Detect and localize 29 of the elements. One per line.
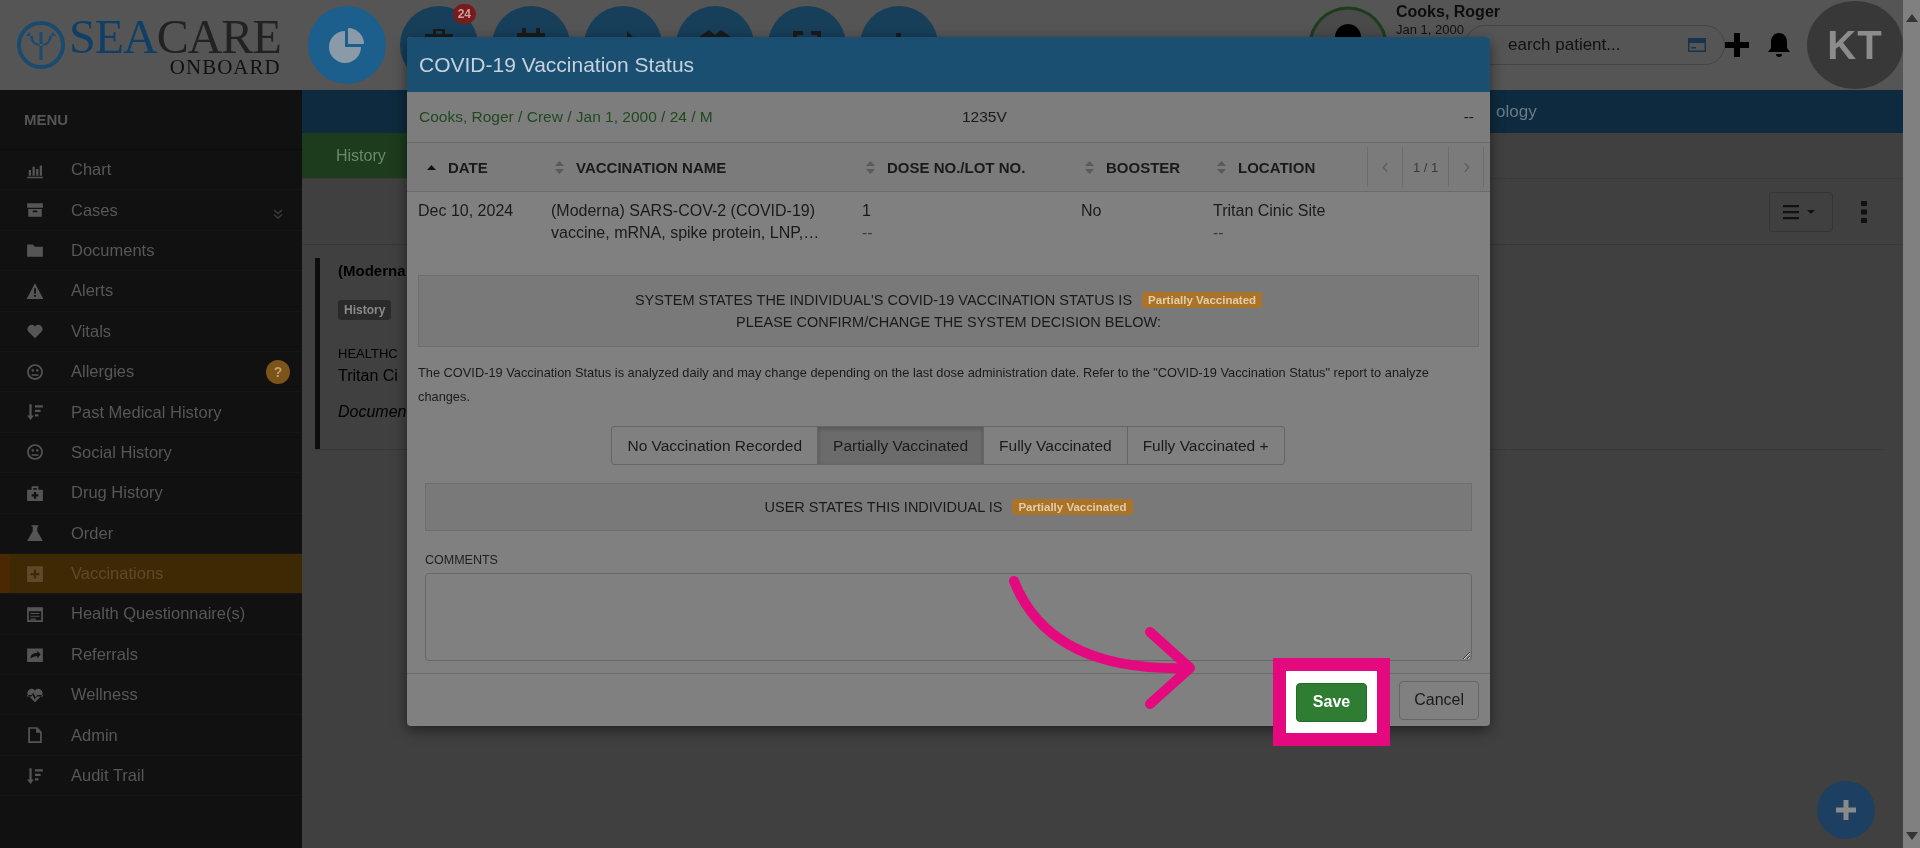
patient-code: 1235V bbox=[962, 108, 1008, 126]
status-badge: Partially Vaccinated bbox=[1012, 499, 1133, 515]
page-indicator: 1 / 1 bbox=[1402, 147, 1450, 187]
status-badge: Partially Vaccinated bbox=[1142, 292, 1263, 308]
patient-extra: -- bbox=[1463, 108, 1474, 126]
table-cell-text: -- bbox=[862, 224, 874, 242]
field-value: Tritan Ci bbox=[338, 367, 398, 385]
help-badge: ? bbox=[266, 359, 290, 384]
table-cell-text: -- bbox=[1213, 224, 1225, 242]
confirm-prompt: PLEASE CONFIRM/CHANGE THE SYSTEM DECISION BELOW: bbox=[736, 314, 1161, 330]
status-statement: SYSTEM STATES THE INDIVIDUAL'S COVID-19 VACCINATION STATUS IS bbox=[634, 292, 1133, 308]
notification-badge: 24 bbox=[452, 4, 476, 24]
table-cell-text: vaccine, mRNA, spike protein, LNP,… bbox=[551, 224, 821, 242]
field-label: HEALTHC bbox=[338, 346, 398, 361]
table-cell-text: Tritan Cinic Site bbox=[1213, 202, 1327, 220]
table-cell-text: Dec 10, 2024 bbox=[418, 202, 515, 220]
info-text: The COVID-19 Vaccination Status is analyzed daily and may change depending on the last dose administration date. Refer to the "COVID-19 Vaccination Status" report to analyze changes. bbox=[418, 364, 1430, 406]
table-cell-text: No bbox=[1081, 202, 1103, 220]
status-statement: USER STATES THIS INDIVIDUAL IS bbox=[764, 499, 1003, 515]
patient-name: Cooks, Roger bbox=[1396, 3, 1500, 21]
patient-birth-date: Jan 1, 2000 bbox=[1396, 22, 1465, 37]
table-cell-text: (Moderna) SARS-COV-2 (COVID-19) bbox=[551, 202, 817, 220]
dialog-title: COVID-19 Vaccination Status bbox=[419, 52, 695, 77]
card-title: (Moderna bbox=[338, 262, 406, 279]
comments-label: COMMENTS bbox=[425, 553, 499, 567]
card-note: Documen bbox=[338, 403, 407, 421]
history-tag: History bbox=[338, 300, 392, 320]
table-cell-text: 1 bbox=[862, 202, 872, 220]
patient-summary: Cooks, Roger / Crew / Jan 1, 2000 / 24 / M bbox=[419, 108, 714, 126]
